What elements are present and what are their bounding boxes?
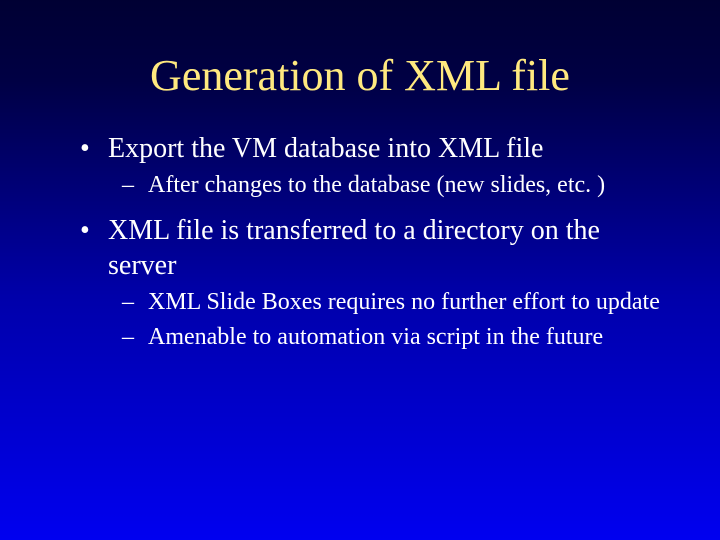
bullet-text: XML file is transferred to a directory o…	[108, 215, 600, 281]
sub-bullet-text: XML Slide Boxes requires no further effo…	[148, 289, 660, 315]
slide-title: Generation of XML file	[60, 0, 660, 131]
bullet-item: Export the VM database into XML file Aft…	[80, 131, 660, 201]
sub-bullet-text: Amenable to automation via script in the…	[148, 324, 603, 350]
slide: Generation of XML file Export the VM dat…	[0, 0, 720, 540]
slide-body: Export the VM database into XML file Aft…	[80, 131, 660, 354]
bullet-list-level1: Export the VM database into XML file Aft…	[80, 131, 660, 354]
bullet-text: Export the VM database into XML file	[108, 133, 543, 164]
bullet-list-level2: After changes to the database (new slide…	[108, 170, 660, 201]
sub-bullet-item: Amenable to automation via script in the…	[108, 322, 660, 353]
sub-bullet-item: XML Slide Boxes requires no further effo…	[108, 287, 660, 318]
bullet-list-level2: XML Slide Boxes requires no further effo…	[108, 287, 660, 353]
sub-bullet-item: After changes to the database (new slide…	[108, 170, 660, 201]
bullet-item: XML file is transferred to a directory o…	[80, 213, 660, 353]
sub-bullet-text: After changes to the database (new slide…	[148, 172, 605, 198]
